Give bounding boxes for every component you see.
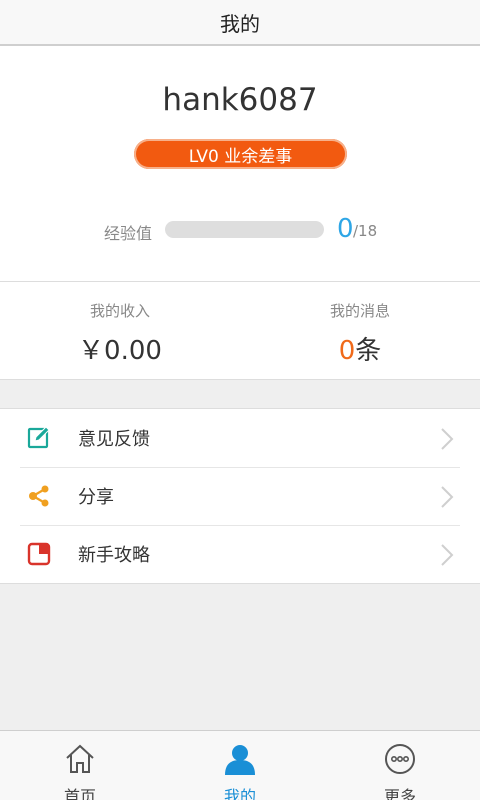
exp-total: /18 xyxy=(353,222,378,240)
level-badge: LV0 业余差事 xyxy=(134,139,347,169)
share-icon xyxy=(29,485,49,507)
tab-label: 我的 xyxy=(223,787,256,800)
menu-item-label: 新手攻略 xyxy=(78,545,150,566)
messages-stat[interactable]: 我的消息 0条 xyxy=(240,282,480,380)
menu-list: 意见反馈 分享 新手攻略 xyxy=(0,408,480,584)
messages-label: 我的消息 xyxy=(329,302,390,320)
edit-icon xyxy=(27,426,50,449)
menu-item-feedback[interactable]: 意见反馈 xyxy=(0,409,480,467)
menu-item-label: 分享 xyxy=(78,487,114,508)
exp-current: 0 xyxy=(337,214,354,244)
app-header: 我的 xyxy=(0,0,480,46)
messages-value: 0条 xyxy=(240,330,480,367)
bottom-tab-bar: 首页 我的 更多 xyxy=(0,730,480,800)
income-stat[interactable]: 我的收入 ￥0.00 xyxy=(0,282,240,380)
page-title: 我的 xyxy=(220,11,260,36)
chevron-right-icon xyxy=(441,544,454,566)
home-icon xyxy=(66,744,94,773)
tab-mine[interactable]: 我的 xyxy=(160,731,320,800)
chevron-right-icon xyxy=(441,486,454,508)
menu-item-share[interactable]: 分享 xyxy=(0,467,480,525)
profile-card: hank6087 LV0 业余差事 经验值 0 /18 xyxy=(0,46,480,282)
tab-more[interactable]: 更多 xyxy=(320,731,480,800)
messages-count: 0 xyxy=(338,336,356,366)
guide-icon xyxy=(27,542,51,566)
messages-unit: 条 xyxy=(355,336,382,366)
stats-panel: 我的收入 ￥0.00 我的消息 0条 xyxy=(0,282,480,380)
income-value: ￥0.00 xyxy=(78,336,162,366)
menu-item-guide[interactable]: 新手攻略 xyxy=(0,525,480,583)
exp-label: 经验值 xyxy=(104,224,153,243)
tab-home[interactable]: 首页 xyxy=(0,731,160,800)
income-label: 我的收入 xyxy=(89,302,150,320)
tab-label: 更多 xyxy=(383,787,416,800)
chevron-right-icon xyxy=(441,428,454,450)
tab-label: 首页 xyxy=(63,787,96,800)
more-icon xyxy=(385,744,415,774)
username: hank6087 xyxy=(162,82,318,118)
user-icon xyxy=(225,745,255,775)
menu-item-label: 意见反馈 xyxy=(78,429,150,450)
exp-progress-bar xyxy=(165,221,324,238)
